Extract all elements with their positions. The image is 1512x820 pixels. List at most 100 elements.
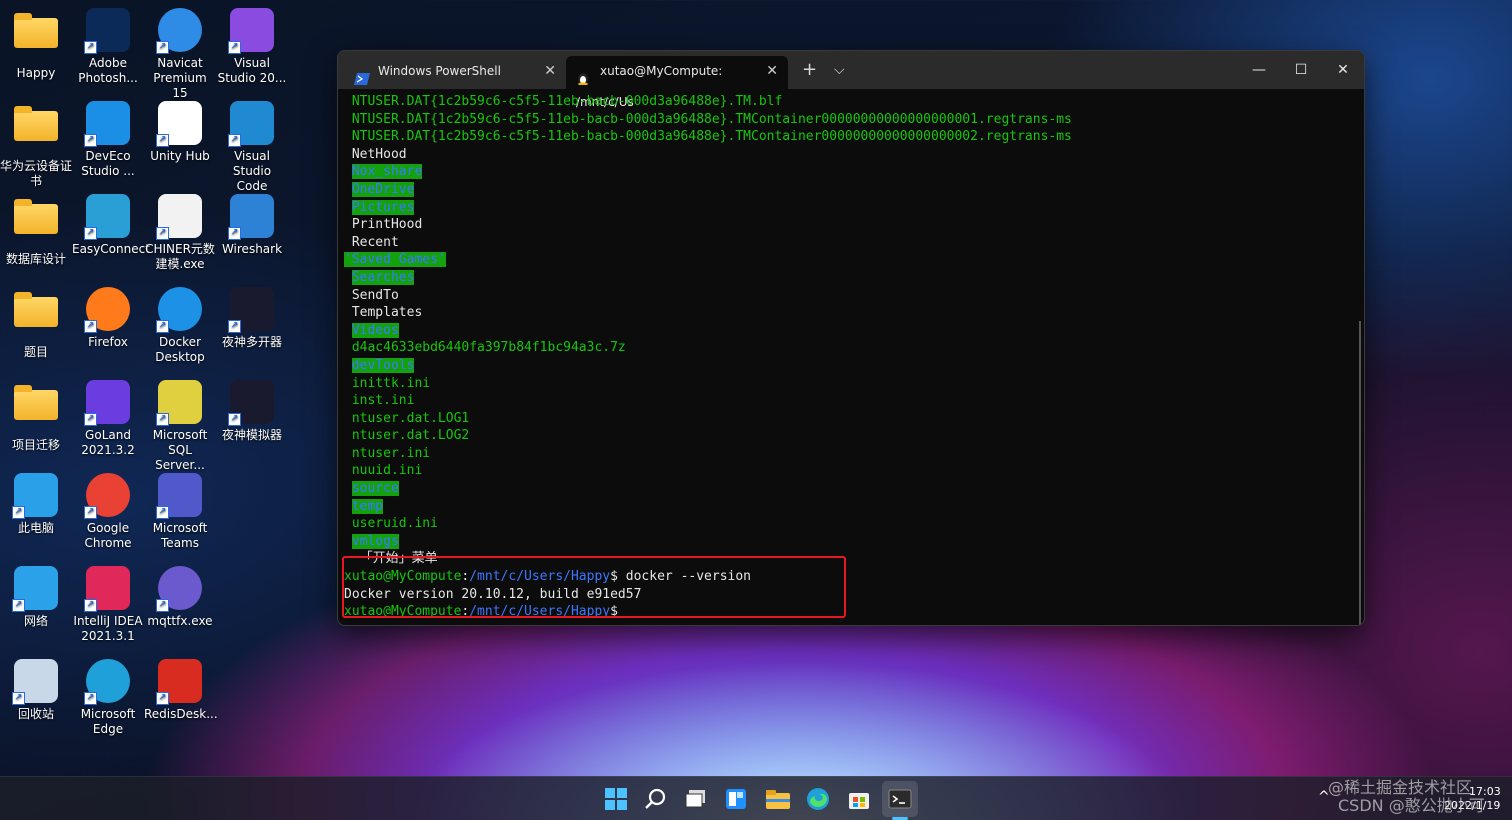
shortcut-arrow-icon: ↗ [228, 413, 241, 426]
shortcut-arrow-icon: ↗ [84, 41, 97, 54]
desktop-icon[interactable]: ↗ 夜神模拟器 [216, 380, 288, 443]
desktop-icon[interactable]: ↗ 网络 [0, 566, 72, 629]
file-entry: NTUSER.DAT{1c2b59c6-c5f5-11eb-bacb-000d3… [351, 111, 1072, 127]
desktop-icon[interactable]: ↗ mqttfx.exe [144, 566, 216, 629]
docker-icon: ↗ [156, 287, 202, 333]
file-entry: NTUSER.DAT{1c2b59c6-c5f5-11eb-bacb-000d3… [351, 94, 783, 109]
shortcut-arrow-icon: ↗ [156, 506, 169, 519]
desktop-icon[interactable]: ↗ 此电脑 [0, 473, 72, 536]
file-explorer-icon[interactable] [763, 785, 791, 813]
task-view-icon[interactable] [682, 785, 710, 813]
desktop-icon[interactable]: ↗ CHINER元数建模.exe [144, 194, 216, 272]
desktop-icon-label: Microsoft SQL Server... [152, 428, 208, 472]
terminal-line: Templates [344, 304, 1354, 322]
desktop-icon[interactable]: ↗ Wireshark [216, 194, 288, 257]
widgets-icon[interactable] [722, 785, 750, 813]
store-icon[interactable] [845, 785, 873, 813]
terminal-line: ntuser.dat.LOG1 [344, 410, 1354, 428]
terminal-line: devTools [344, 357, 1354, 375]
folder-icon [14, 199, 58, 248]
desktop-icon-label: CHINER元数建模.exe [145, 242, 215, 271]
tab-ubuntu[interactable]: xutao@MyCompute: /mnt/c/Us ✕ [566, 56, 788, 109]
network-icon: ↗ [12, 566, 58, 612]
sqlserver-icon: ↗ [156, 380, 202, 426]
close-tab-icon[interactable]: ✕ [544, 56, 556, 87]
minimize-button[interactable]: — [1238, 55, 1280, 85]
terminal-line: nuuid.ini [344, 462, 1354, 480]
edge-icon: ↗ [84, 659, 130, 705]
new-tab-button[interactable]: + [802, 58, 817, 82]
recycle-bin-icon: ↗ [12, 659, 58, 705]
tab-dropdown-button[interactable]: ⌵ [834, 58, 845, 82]
desktop-icon[interactable]: ↗ Google Chrome [72, 473, 144, 551]
folder-icon [14, 292, 58, 341]
desktop-icon[interactable]: ↗ EasyConnect [72, 194, 150, 257]
windows-terminal-window[interactable]: Windows PowerShell ✕ xutao@MyCompute: /m… [337, 50, 1365, 626]
desktop-icon[interactable]: ↗ GoLand 2021.3.2 [72, 380, 144, 458]
desktop-icon-label: mqttfx.exe [147, 614, 213, 628]
desktop-icon[interactable]: ↗ Visual Studio Code [216, 101, 288, 194]
close-tab-icon[interactable]: ✕ [766, 56, 778, 87]
file-entry: ntuser.ini [351, 445, 431, 461]
file-entry: inst.ini [351, 393, 415, 409]
terminal-line: useruid.ini [344, 515, 1354, 533]
tab-bar: Windows PowerShell ✕ xutao@MyCompute: /m… [338, 51, 1364, 109]
terminal-icon[interactable] [882, 781, 918, 817]
terminal-line: SendTo [344, 287, 1354, 305]
desktop-icon[interactable]: ↗ Firefox [72, 287, 144, 350]
terminal-line: NetHood [344, 146, 1354, 164]
desktop-icon-label: RedisDesk... [144, 707, 218, 721]
desktop-icon[interactable]: 题目 [0, 287, 72, 360]
file-entry: ntuser.dat.LOG2 [351, 428, 470, 444]
terminal-line: Recent [344, 234, 1354, 252]
shortcut-arrow-icon: ↗ [12, 692, 25, 705]
close-button[interactable]: ✕ [1322, 55, 1364, 85]
desktop-icon[interactable]: ↗ RedisDesk... [144, 659, 218, 722]
desktop-icon-label: Adobe Photosh... [78, 56, 138, 85]
desktop-icon[interactable]: ↗ DevEco Studio ... [72, 101, 144, 179]
linux-icon [576, 66, 592, 85]
directory-entry: Videos [351, 322, 399, 338]
file-entry: ntuser.dat.LOG1 [351, 410, 470, 426]
desktop-icon[interactable]: ↗ Visual Studio 20... [216, 8, 288, 86]
terminal-line: NTUSER.DAT{1c2b59c6-c5f5-11eb-bacb-000d3… [344, 93, 1354, 111]
maximize-button[interactable]: ☐ [1280, 55, 1322, 85]
vscode-icon: ↗ [228, 101, 274, 147]
desktop-icon-label: Microsoft Edge [80, 707, 136, 736]
desktop-icon[interactable]: ↗ Navicat Premium 15 [144, 8, 216, 101]
tab-windows-powershell[interactable]: Windows PowerShell ✕ [344, 56, 566, 89]
desktop-icon[interactable]: 数据库设计 [0, 194, 72, 267]
desktop-icon[interactable]: 项目迁移 [0, 380, 72, 453]
desktop-icon-label: Happy [16, 66, 56, 80]
shortcut-arrow-icon: ↗ [228, 320, 241, 333]
terminal-output[interactable]: NTUSER.DAT{1c2b59c6-c5f5-11eb-bacb-000d3… [344, 93, 1354, 623]
file-entry: NTUSER.DAT{1c2b59c6-c5f5-11eb-bacb-000d3… [351, 129, 1072, 145]
desktop-icon[interactable]: ↗ Microsoft Edge [72, 659, 144, 737]
desktop-icon[interactable]: ↗ IntelliJ IDEA 2021.3.1 [72, 566, 144, 644]
folder-icon [14, 385, 58, 434]
terminal-line: ntuser.dat.LOG2 [344, 427, 1354, 445]
search-icon[interactable] [642, 785, 670, 813]
nox-icon: ↗ [228, 380, 274, 426]
desktop-icon[interactable]: Happy [0, 8, 72, 81]
windows-start-icon[interactable] [602, 785, 630, 813]
desktop-icon[interactable]: ↗ Adobe Photosh... [72, 8, 144, 86]
desktop-icon[interactable]: 华为云设备证书 [0, 101, 72, 189]
scrollbar[interactable] [1359, 321, 1361, 625]
watermark-csdn: CSDN @憨公抛小可 [1338, 796, 1485, 815]
desktop-icon[interactable]: ↗ Docker Desktop [144, 287, 216, 365]
desktop-icon[interactable]: ↗ Microsoft SQL Server... [144, 380, 216, 473]
desktop-icon[interactable]: ↗ Unity Hub [144, 101, 216, 164]
intellij-icon: ↗ [84, 566, 130, 612]
desktop-icon-label: DevEco Studio ... [81, 149, 135, 178]
desktop-icon[interactable]: ↗ Microsoft Teams [144, 473, 216, 551]
terminal-line: source [344, 480, 1354, 498]
desktop-icon-label: GoLand 2021.3.2 [81, 428, 135, 457]
desktop-icon[interactable]: ↗ 夜神多开器 [216, 287, 288, 350]
shortcut-arrow-icon: ↗ [228, 227, 241, 240]
file-entry: Recent [351, 234, 399, 250]
desktop-icon-label: 夜神多开器 [221, 335, 282, 349]
desktop-icon[interactable]: ↗ 回收站 [0, 659, 72, 722]
edge-icon[interactable] [804, 785, 832, 813]
shortcut-arrow-icon: ↗ [84, 320, 97, 333]
